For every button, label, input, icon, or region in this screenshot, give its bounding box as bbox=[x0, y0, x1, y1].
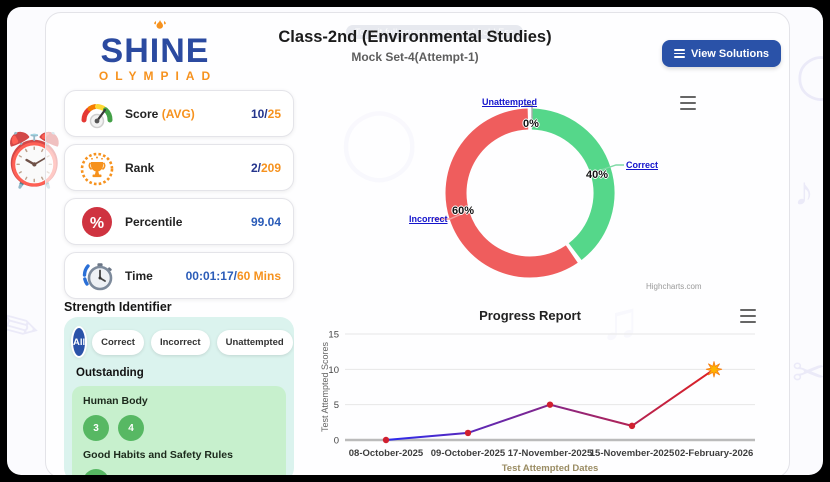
score-label-suffix: (AVG) bbox=[158, 106, 195, 121]
question-badge-row: 34 bbox=[83, 415, 275, 441]
time-value: 00:01:17/60 Mins bbox=[185, 268, 281, 283]
donut-label-correct[interactable]: Correct bbox=[626, 160, 658, 170]
logo-tagline: OLYMPIAD bbox=[98, 69, 218, 83]
torch-icon bbox=[154, 20, 166, 29]
doodle-circle-2: ◯ bbox=[796, 51, 823, 100]
question-badge-row: 5 bbox=[83, 469, 275, 475]
gauge-icon bbox=[77, 94, 117, 134]
page-subtitle: Mock Set-4(Attempt-1) bbox=[351, 50, 479, 64]
progress-line-chart: 0 5 10 15 08-October-2025 09-October-2025 17-N… bbox=[320, 330, 755, 474]
donut-pct-correct: 40% bbox=[586, 169, 609, 181]
app-window: ⏰ ✎ ☁ ◯ ♫ ✂ ♪ ⬠ ◯ To exit full screen, p… bbox=[7, 7, 823, 475]
strength-filter-row: All Correct Incorrect Unattempted bbox=[64, 317, 294, 356]
progress-chart-menu-button[interactable] bbox=[738, 308, 758, 324]
doodle-note: ♪ bbox=[794, 170, 814, 214]
topic-name: Good Habits and Safety Rules bbox=[83, 449, 233, 461]
data-point[interactable] bbox=[382, 436, 390, 444]
highcharts-credit[interactable]: Highcharts.com bbox=[646, 282, 702, 291]
progress-report-title: Progress Report bbox=[479, 308, 581, 323]
data-point-star[interactable] bbox=[705, 361, 723, 378]
percentile-card: % Percentile 99.04 bbox=[64, 198, 294, 245]
filter-unattempted-button[interactable]: Unattempted bbox=[216, 329, 293, 355]
x-tick-label: 02-February-2026 bbox=[675, 448, 754, 459]
score-card: Score (AVG) 10/25 bbox=[64, 90, 294, 137]
strength-group-title: Outstanding bbox=[76, 367, 144, 379]
strength-identifier-title: Strength Identifier bbox=[64, 300, 172, 314]
filter-correct-button[interactable]: Correct bbox=[92, 329, 144, 355]
svg-text:%: % bbox=[90, 215, 104, 232]
donut-slice-correct[interactable] bbox=[531, 108, 615, 260]
data-point[interactable] bbox=[628, 422, 636, 430]
x-axis-title: Test Attempted Dates bbox=[502, 463, 599, 474]
filter-incorrect-button[interactable]: Incorrect bbox=[150, 329, 210, 355]
view-solutions-button[interactable]: View Solutions bbox=[662, 40, 782, 67]
strength-identifier-panel: All Correct Incorrect Unattempted Outsta… bbox=[64, 317, 294, 475]
donut-pct-unattempted: 0% bbox=[523, 118, 539, 130]
stopwatch-icon bbox=[77, 256, 117, 296]
filter-all-button[interactable]: All bbox=[73, 328, 86, 356]
score-value: 10/25 bbox=[250, 106, 281, 121]
result-donut-chart bbox=[420, 83, 640, 303]
y-tick-label: 5 bbox=[334, 400, 339, 411]
topic-name: Human Body bbox=[83, 395, 148, 407]
time-label: Time bbox=[125, 268, 153, 283]
doodle-scissors: ✂ bbox=[792, 351, 823, 395]
rank-card: Rank 2/209 bbox=[64, 144, 294, 191]
question-badge[interactable]: 4 bbox=[118, 415, 144, 441]
question-badge[interactable]: 5 bbox=[83, 469, 109, 475]
y-tick-label: 15 bbox=[328, 330, 339, 341]
x-tick-label: 08-October-2025 bbox=[349, 448, 424, 459]
view-solutions-label: View Solutions bbox=[691, 47, 770, 60]
y-axis-title: Test Attempted Scores bbox=[320, 341, 330, 432]
trophy-icon bbox=[77, 148, 117, 188]
rank-value: 2/209 bbox=[250, 160, 281, 175]
y-tick-label: 0 bbox=[334, 436, 339, 447]
x-tick-label: 15-November-2025 bbox=[590, 448, 675, 459]
y-tick-label: 10 bbox=[328, 365, 339, 376]
donut-chart-menu-button[interactable] bbox=[678, 95, 698, 111]
data-point[interactable] bbox=[464, 429, 472, 437]
logo-text: SHINE bbox=[100, 32, 210, 70]
strength-topics: Human Body 3 4 Good Habits and Safety Rules… bbox=[72, 386, 286, 475]
x-tick-label: 09-October-2025 bbox=[431, 448, 506, 459]
donut-label-incorrect[interactable]: Incorrect bbox=[409, 214, 448, 224]
menu-icon bbox=[674, 49, 685, 58]
donut-pct-incorrect: 60% bbox=[452, 205, 475, 217]
shine-olympiad-logo[interactable]: SHINE OLYMPIAD bbox=[72, 20, 238, 83]
doodle-pencil: ✎ bbox=[7, 294, 49, 360]
percentile-value: 99.04 bbox=[250, 214, 281, 229]
percent-icon: % bbox=[77, 202, 117, 242]
question-badge[interactable]: 3 bbox=[83, 415, 109, 441]
data-point[interactable] bbox=[546, 401, 554, 408]
rank-label: Rank bbox=[125, 160, 155, 175]
donut-slice-incorrect[interactable] bbox=[445, 108, 578, 278]
percentile-label: Percentile bbox=[125, 214, 183, 229]
score-label: Score bbox=[125, 106, 159, 121]
donut-label-unattempted[interactable]: Unattempted bbox=[482, 97, 537, 107]
x-tick-label: 17-November-2025 bbox=[508, 448, 593, 459]
time-card: Time 00:01:17/60 Mins bbox=[64, 252, 294, 299]
page-title: Class-2nd (Environmental Studies) bbox=[278, 28, 552, 46]
